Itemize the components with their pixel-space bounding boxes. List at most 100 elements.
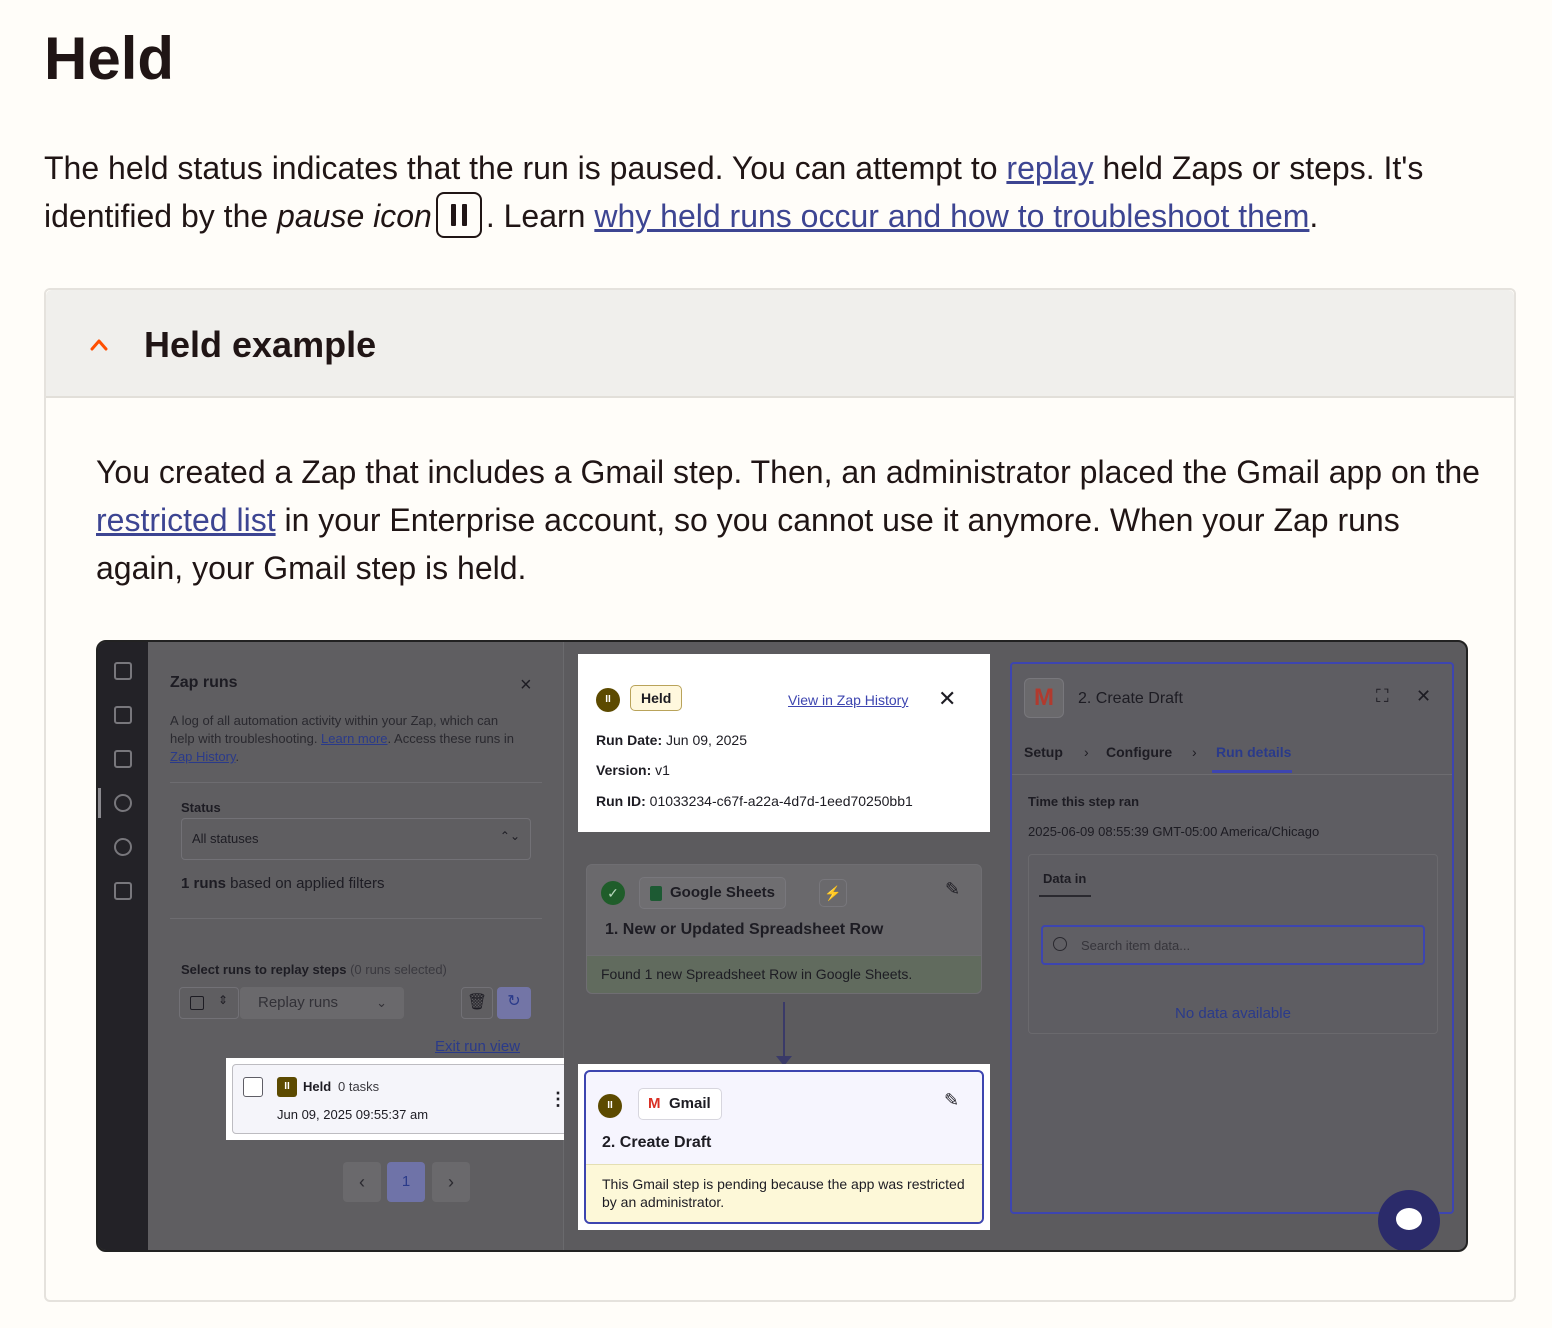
prev-page-button[interactable]: ‹ <box>343 1162 381 1202</box>
runs-count-number: 1 runs <box>181 875 227 892</box>
search-placeholder: Search item data... <box>1081 938 1191 953</box>
run-checkbox[interactable] <box>243 1077 263 1097</box>
settings-icon[interactable] <box>114 838 132 856</box>
run-id-label: Run ID: <box>596 793 646 809</box>
run-tasks: 0 tasks <box>338 1079 380 1094</box>
gmail-icon: M <box>1024 678 1064 718</box>
restricted-list-link[interactable]: restricted list <box>96 502 276 538</box>
run-date-row: Run Date: Jun 09, 2025 <box>596 732 747 748</box>
chevron-right-icon: › <box>1192 744 1197 760</box>
refresh-button[interactable]: ↻ <box>497 987 531 1019</box>
version-row: Version: v1 <box>596 762 670 778</box>
app-name: Gmail <box>669 1095 711 1112</box>
no-data-message: No data available <box>1175 1005 1291 1022</box>
chat-button[interactable] <box>1378 1190 1440 1250</box>
zap-history-link[interactable]: Zap History <box>170 749 236 764</box>
status-select[interactable]: All statuses ⌃⌄ <box>181 818 531 860</box>
troubleshoot-link[interactable]: why held runs occur and how to troublesh… <box>594 198 1309 234</box>
runs-count-text: based on applied filters <box>226 875 385 892</box>
pause-icon: II <box>598 1094 622 1118</box>
pause-icon-label: pause icon <box>277 198 432 234</box>
accordion-body-text: You created a Zap that includes a Gmail … <box>96 448 1486 592</box>
held-example-accordion: Held example You created a Zap that incl… <box>44 288 1516 1302</box>
file-icon[interactable] <box>114 662 132 680</box>
desc-text-3: . <box>235 749 240 764</box>
replay-runs-button[interactable]: Replay runs ⌄ <box>240 987 404 1019</box>
run-info-card: II Held View in Zap History ✕ Run Date: … <box>578 654 990 832</box>
app-chip: M Gmail <box>638 1088 722 1120</box>
next-page-button[interactable]: › <box>432 1162 470 1202</box>
replay-link[interactable]: replay <box>1006 150 1093 186</box>
run-date-label: Run Date: <box>596 732 663 748</box>
calendar-icon[interactable] <box>114 750 132 768</box>
panel-title: Zap runs <box>170 674 238 691</box>
tab-configure[interactable]: Configure <box>1106 744 1172 760</box>
checkbox-icon <box>190 996 204 1010</box>
layers-icon[interactable] <box>114 882 132 900</box>
zap-runs-panel: Zap runs × A log of all automation activ… <box>148 642 586 1250</box>
history-icon[interactable] <box>114 794 132 812</box>
check-icon: ✓ <box>601 881 625 905</box>
pause-icon <box>435 191 482 238</box>
time-value: 2025-06-09 08:55:39 GMT-05:00 America/Ch… <box>1028 824 1320 839</box>
data-in-section: Data in Search item data... No data avai… <box>1028 854 1438 1034</box>
select-all-checkbox[interactable]: ⇕ <box>179 987 239 1019</box>
edit-icon[interactable]: ✎ <box>945 879 960 900</box>
time-label: Time this step ran <box>1028 794 1140 809</box>
pause-icon: II <box>596 688 620 712</box>
active-tab-indicator <box>1039 895 1091 897</box>
intro-paragraph: The held status indicates that the run i… <box>44 144 1514 242</box>
icon-rail <box>98 642 148 1250</box>
select-runs-label: Select runs to replay steps (0 runs sele… <box>181 962 447 977</box>
divider <box>1012 774 1452 775</box>
step-gmail[interactable]: II M Gmail ✎ 2. Create Draft This Gmail s… <box>578 1064 990 1230</box>
trash-button[interactable]: 🗑 <box>461 987 493 1019</box>
accordion-header[interactable]: Held example <box>46 290 1514 398</box>
search-input[interactable]: Search item data... <box>1041 925 1425 965</box>
app-chip: Google Sheets <box>639 877 787 909</box>
comment-icon[interactable] <box>114 706 132 724</box>
select-runs-title: Select runs to replay steps <box>181 962 347 977</box>
active-tab-indicator <box>1212 770 1292 773</box>
version-label: Version: <box>596 762 652 778</box>
exit-run-view-link[interactable]: Exit run view <box>435 1038 520 1055</box>
chevron-up-icon <box>90 339 108 351</box>
selected-count: (0 runs selected) <box>346 962 447 977</box>
divider <box>170 782 542 783</box>
tab-run-details[interactable]: Run details <box>1216 744 1291 760</box>
chevron-updown-icon: ⇕ <box>218 993 229 1007</box>
close-icon[interactable]: ✕ <box>938 686 956 712</box>
pending-note: This Gmail step is pending because the a… <box>586 1164 982 1222</box>
accordion-title: Held example <box>144 324 377 365</box>
pause-icon: II <box>277 1077 297 1097</box>
runs-count: 1 runs based on applied filters <box>181 875 384 892</box>
google-sheets-icon <box>650 886 662 901</box>
divider <box>170 918 542 919</box>
view-in-zap-history-link[interactable]: View in Zap History <box>788 692 908 708</box>
zap-canvas: II Held View in Zap History ✕ Run Date: … <box>564 642 1004 1250</box>
step-details-panel: M 2. Create Draft ⛶ ✕ Setup › Configure … <box>1010 662 1454 1214</box>
edit-icon[interactable]: ✎ <box>944 1090 959 1111</box>
step-google-sheets[interactable]: ✓ Google Sheets ⚡ ✎ 1. New or Updated Sp… <box>586 864 982 994</box>
expand-icon[interactable]: ⛶ <box>1376 686 1389 707</box>
body-text-2: in your Enterprise account, so you canno… <box>96 502 1400 586</box>
tab-setup[interactable]: Setup <box>1024 744 1063 760</box>
intro-text-3: . Learn <box>485 198 595 234</box>
rail-active-indicator <box>98 788 101 818</box>
close-icon[interactable]: ✕ <box>1416 686 1431 707</box>
step-title: 1. New or Updated Spreadsheet Row <box>605 921 884 938</box>
search-icon <box>1053 937 1067 951</box>
run-list-item[interactable]: II Held 0 tasks Jun 09, 2025 09:55:37 am… <box>226 1058 586 1140</box>
chevron-right-icon: › <box>1084 744 1089 760</box>
run-id-row: Run ID: 01033234-c67f-a22a-4d7d-1eed7025… <box>596 793 913 809</box>
held-badge: Held <box>630 685 683 711</box>
close-icon[interactable]: × <box>520 674 532 697</box>
version-value: v1 <box>655 762 670 778</box>
tab-data-in[interactable]: Data in <box>1043 871 1086 886</box>
learn-more-link[interactable]: Learn more <box>321 731 387 746</box>
chat-icon <box>1396 1208 1422 1230</box>
step-result: Found 1 new Spreadsheet Row in Google Sh… <box>587 955 981 993</box>
bolt-icon: ⚡ <box>819 879 847 907</box>
run-id-value: 01033234-c67f-a22a-4d7d-1eed70250bb1 <box>649 793 913 809</box>
current-page[interactable]: 1 <box>387 1162 425 1202</box>
